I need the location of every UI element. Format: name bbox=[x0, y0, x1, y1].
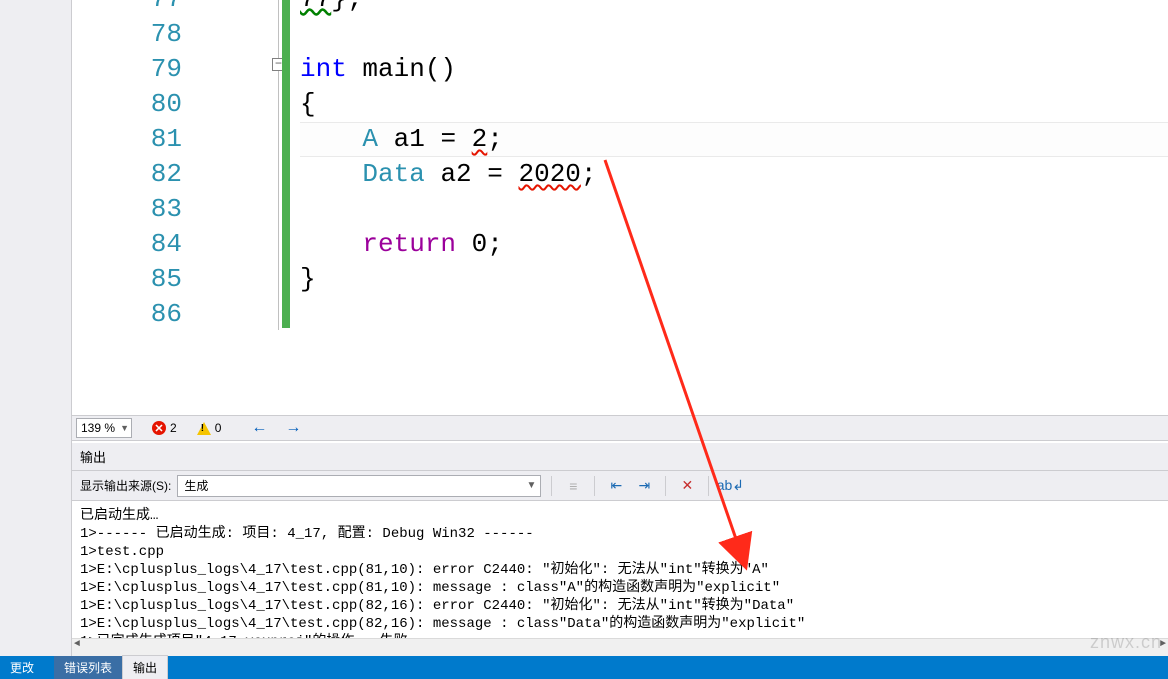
word-wrap-button[interactable]: ab↲ bbox=[719, 475, 741, 497]
output-line: 1>E:\cplusplus_logs\4_17\test.cpp(82,16)… bbox=[80, 597, 1160, 615]
zoom-value: 139 % bbox=[81, 421, 115, 435]
warning-count[interactable]: 0 bbox=[197, 421, 222, 435]
watermark: znwx.cn bbox=[1090, 632, 1162, 653]
horizontal-scrollbar[interactable] bbox=[72, 638, 1168, 656]
nav-back-icon[interactable]: ← bbox=[251, 419, 267, 437]
chevron-down-icon: ▼ bbox=[526, 480, 536, 491]
code-line: Data a2 = 2020; bbox=[300, 157, 597, 192]
line-number: 82 bbox=[72, 157, 200, 192]
line-number: 79 bbox=[72, 52, 200, 87]
line-number: 83 bbox=[72, 192, 200, 227]
tab-changes[interactable]: 更改 bbox=[0, 656, 44, 679]
error-icon: ✕ bbox=[152, 421, 166, 435]
output-line: 1>------ 已启动生成: 项目: 4_17, 配置: Debug Win3… bbox=[80, 525, 1160, 543]
code-line: { bbox=[300, 87, 316, 122]
editor-status-bar: 139 % ▼ ✕ 2 0 ← → bbox=[72, 415, 1168, 441]
line-number: 77 bbox=[72, 0, 200, 17]
code-line: } bbox=[300, 262, 316, 297]
change-marker bbox=[282, 0, 290, 328]
line-number: 86 bbox=[72, 297, 200, 332]
prev-message-button[interactable]: ⇤ bbox=[605, 475, 627, 497]
code-line: 77}; bbox=[300, 0, 362, 17]
line-number: 85 bbox=[72, 262, 200, 297]
output-line: 1>E:\cplusplus_logs\4_17\test.cpp(82,16)… bbox=[80, 615, 1160, 633]
line-number: 80 bbox=[72, 87, 200, 122]
chevron-down-icon: ▼ bbox=[120, 423, 129, 433]
next-message-button[interactable]: ⇥ bbox=[633, 475, 655, 497]
goto-message-button[interactable]: ≡ bbox=[562, 475, 584, 497]
code-editor[interactable]: 77 78 79 80 81 82 83 84 85 86 − 77}; int… bbox=[72, 0, 1168, 415]
warning-icon bbox=[197, 422, 211, 435]
output-source-combo[interactable]: 生成 ▼ bbox=[177, 475, 541, 497]
code-line: int main() bbox=[300, 52, 456, 87]
output-line: 1>test.cpp bbox=[80, 543, 1160, 561]
output-line: 1>E:\cplusplus_logs\4_17\test.cpp(81,10)… bbox=[80, 561, 1160, 579]
nav-forward-icon[interactable]: → bbox=[285, 419, 301, 437]
line-number: 84 bbox=[72, 227, 200, 262]
line-number: 78 bbox=[72, 17, 200, 52]
output-toolbar: 显示输出来源(S): 生成 ▼ ≡ ⇤ ⇥ ✕ ab↲ bbox=[72, 471, 1168, 501]
line-number-gutter: 77 78 79 80 81 82 83 84 85 86 bbox=[72, 0, 200, 415]
code-line: return 0; bbox=[300, 227, 503, 262]
code-line: A a1 = 2; bbox=[300, 122, 503, 157]
line-number: 81 bbox=[72, 122, 200, 157]
tab-output[interactable]: 输出 bbox=[122, 655, 168, 679]
bottom-tab-bar: 更改 错误列表 输出 bbox=[0, 656, 1168, 679]
output-line: 已启动生成… bbox=[80, 507, 1160, 525]
output-source-label: 显示输出来源(S): bbox=[80, 477, 171, 494]
code-content[interactable]: 77}; int main() { A a1 = 2; Data a2 = 20… bbox=[282, 0, 1168, 415]
error-count[interactable]: ✕ 2 bbox=[152, 421, 177, 435]
solution-explorer-collapsed[interactable] bbox=[0, 0, 72, 659]
output-panel-title: 输出 bbox=[72, 443, 1168, 471]
output-text[interactable]: 已启动生成… 1>------ 已启动生成: 项目: 4_17, 配置: Deb… bbox=[72, 503, 1168, 656]
tab-error-list[interactable]: 错误列表 bbox=[54, 656, 122, 679]
output-line: 1>E:\cplusplus_logs\4_17\test.cpp(81,10)… bbox=[80, 579, 1160, 597]
clear-output-button[interactable]: ✕ bbox=[676, 475, 698, 497]
zoom-combo[interactable]: 139 % ▼ bbox=[76, 418, 132, 438]
